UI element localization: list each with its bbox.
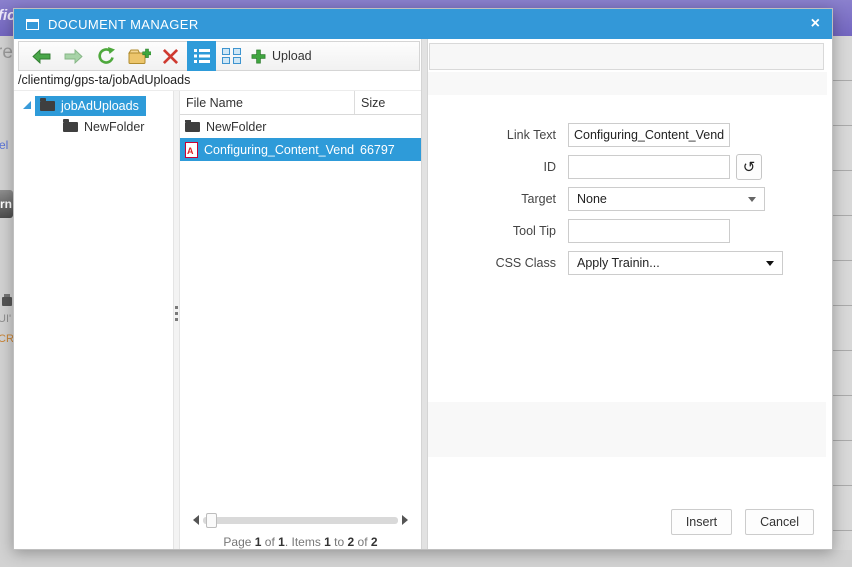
target-dropdown[interactable]: None	[568, 187, 765, 211]
list-view-icon[interactable]	[187, 41, 216, 71]
tree-item-label: jobAdUploads	[61, 99, 139, 113]
file-name: Configuring_Content_Vendo	[204, 142, 354, 157]
window-icon	[26, 18, 39, 30]
horizontal-scrollbar[interactable]	[180, 509, 421, 531]
scroll-right-icon[interactable]	[402, 515, 408, 525]
scrollbar-track[interactable]	[203, 512, 398, 528]
scroll-left-icon[interactable]	[193, 515, 199, 525]
scrollbar-thumb[interactable]	[206, 512, 217, 528]
preview-header-strip	[428, 72, 827, 95]
back-arrow-icon[interactable]	[32, 48, 51, 64]
id-label: ID	[543, 160, 557, 174]
upload-label: Upload	[272, 49, 312, 63]
refresh-icon[interactable]	[96, 46, 117, 66]
tree-item-newfolder[interactable]: NewFolder	[63, 119, 173, 134]
id-input[interactable]	[568, 155, 730, 179]
tree-expand-icon[interactable]	[23, 101, 31, 109]
backdrop-link-fragment: el	[0, 138, 9, 152]
folder-tree: jobAdUploads NewFolder	[14, 91, 173, 549]
link-text-label: Link Text	[506, 128, 556, 142]
link-text-input[interactable]	[568, 123, 730, 147]
printer-icon	[2, 294, 12, 306]
explorer-pane: Upload /clientimg/gps-ta/jobAdUploads jo…	[14, 39, 421, 549]
css-class-label: CSS Class	[495, 256, 556, 270]
file-row-selected[interactable]: Configuring_Content_Vendo 66797	[180, 138, 421, 161]
upload-button[interactable]: Upload	[251, 49, 312, 64]
pager-status: Page 1 of 1. Items 1 to 2 of 2	[223, 535, 378, 549]
target-label: Target	[521, 192, 556, 206]
tree-item-label: NewFolder	[84, 120, 145, 134]
file-size: 66797	[360, 142, 395, 157]
preview-footer-strip	[428, 402, 826, 457]
tool-tip-input[interactable]	[568, 219, 730, 243]
folder-icon	[40, 98, 55, 111]
delete-icon[interactable]	[161, 48, 180, 65]
tool-tip-label: Tool Tip	[512, 224, 556, 238]
splitter-grip-icon	[175, 303, 178, 324]
pdf-file-icon	[185, 141, 198, 158]
tree-item-jobaduploads[interactable]: jobAdUploads	[14, 95, 173, 117]
tree-splitter[interactable]	[173, 91, 180, 549]
target-value: None	[577, 192, 607, 206]
grid-header: File Name Size	[180, 91, 421, 115]
backdrop-text-fragment: UI'	[0, 313, 12, 325]
column-header-size[interactable]: Size	[354, 91, 421, 114]
forward-arrow-icon[interactable]	[64, 48, 83, 64]
dialog-titlebar[interactable]: DOCUMENT MANAGER ×	[14, 9, 832, 39]
insert-button[interactable]: Insert	[670, 509, 733, 535]
css-class-dropdown[interactable]: Apply Trainin...	[568, 251, 783, 275]
folder-icon	[63, 119, 78, 132]
backdrop-text-fragment: re	[0, 42, 13, 63]
chevron-down-icon	[766, 260, 774, 266]
dialog-footer: Insert Cancel	[670, 509, 814, 535]
dialog-title: DOCUMENT MANAGER	[48, 16, 199, 32]
file-grid: File Name Size NewFolder A Configuring_C…	[180, 91, 421, 549]
css-class-value: Apply Trainin...	[577, 256, 660, 270]
backdrop-table-rows	[833, 36, 852, 550]
new-folder-icon[interactable]	[128, 48, 151, 65]
pane-splitter[interactable]	[421, 39, 428, 549]
document-manager-dialog: DOCUMENT MANAGER × Upload /clientimg/gps…	[13, 8, 833, 550]
id-reset-icon[interactable]: ↺	[736, 154, 762, 180]
toolbar: Upload	[18, 41, 420, 71]
close-icon[interactable]: ×	[811, 16, 820, 32]
chevron-down-icon	[748, 196, 756, 202]
folder-icon	[185, 119, 200, 132]
plus-icon	[251, 49, 266, 63]
backdrop-dark-button-fragment: rn	[0, 190, 13, 218]
grid-view-icon[interactable]	[222, 48, 241, 64]
column-header-file-name[interactable]: File Name	[180, 96, 354, 110]
file-row[interactable]: NewFolder	[180, 115, 421, 138]
link-properties-form: Link Text ID ↺ Target None Tool Tip	[428, 123, 832, 283]
properties-pane: Link Text ID ↺ Target None Tool Tip	[428, 39, 832, 549]
preview-toolbar-area	[429, 43, 824, 70]
path-bar: /clientimg/gps-ta/jobAdUploads	[14, 71, 421, 91]
file-name: NewFolder	[206, 119, 267, 134]
cancel-button[interactable]: Cancel	[745, 509, 814, 535]
